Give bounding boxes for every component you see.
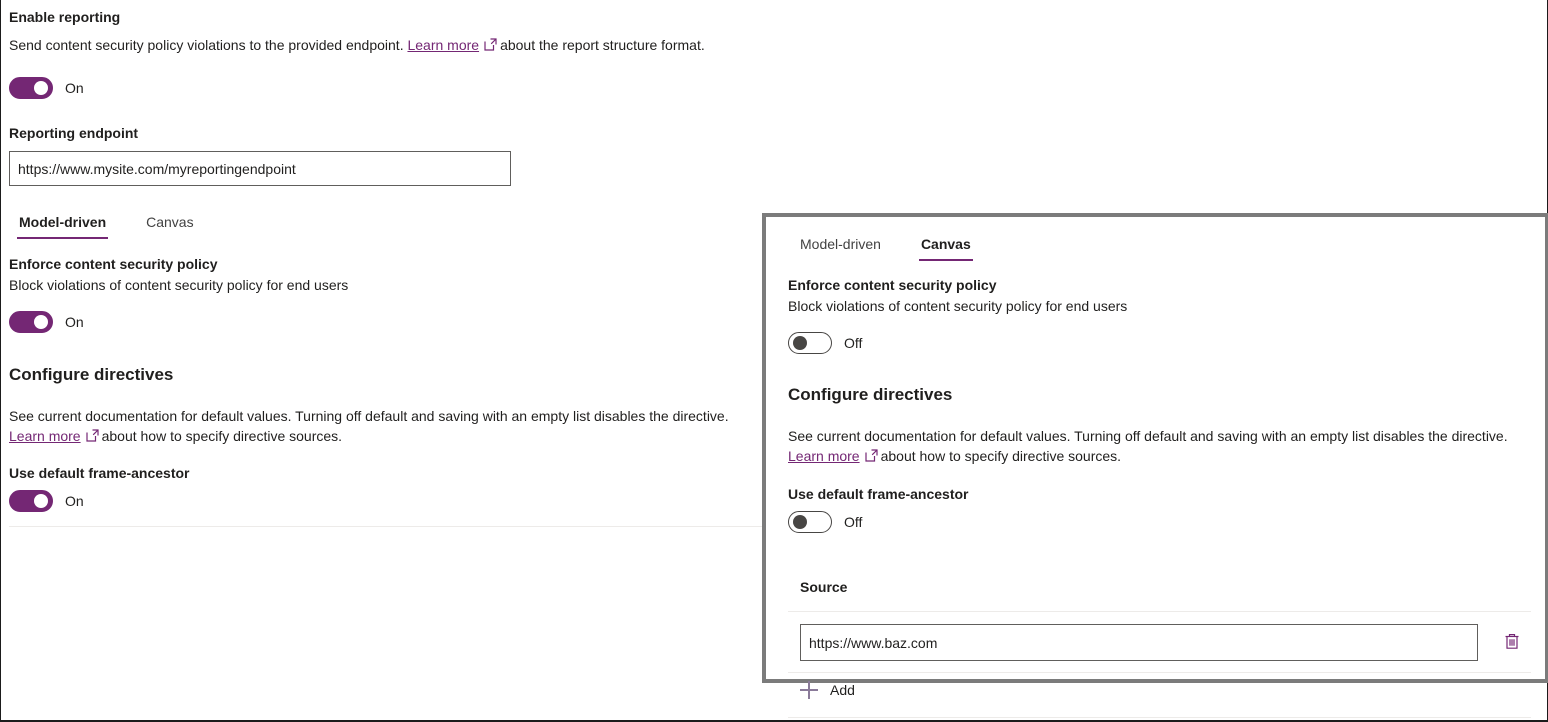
external-link-icon [86, 429, 99, 442]
enable-reporting-toggle[interactable] [9, 77, 53, 99]
add-source-label: Add [830, 682, 855, 698]
tab-model-driven-label: Model-driven [19, 214, 106, 230]
frame-ancestor-toggle-state: On [65, 491, 84, 511]
inset-tab-canvas[interactable]: Canvas [919, 236, 973, 261]
enforce-policy-toggle[interactable] [9, 311, 53, 333]
toggle-knob [34, 315, 48, 329]
inset-frame-ancestor-toggle-state: Off [844, 512, 862, 532]
toggle-knob [793, 336, 807, 350]
enable-reporting-learn-more-link[interactable]: Learn more [407, 37, 479, 53]
source-url-input[interactable]: https://www.baz.com [800, 624, 1478, 661]
frame-ancestor-toggle[interactable] [9, 490, 53, 512]
delete-source-button[interactable] [1496, 627, 1528, 659]
inset-frame-ancestor-label: Use default frame-ancestor [788, 485, 1531, 504]
inset-configure-directives-heading: Configure directives [788, 383, 1531, 406]
enforce-policy-label: Enforce content security policy [9, 255, 752, 274]
configure-directives-description-text-2: about how to specify directive sources. [102, 428, 342, 444]
configure-directives-learn-more-link[interactable]: Learn more [9, 428, 81, 444]
source-row: https://www.baz.com [788, 624, 1531, 661]
inset-tab-model-driven[interactable]: Model-driven [798, 236, 883, 261]
inset-app-type-tabs: Model-driven Canvas [798, 236, 1531, 261]
inset-configure-directives-learn-more-link[interactable]: Learn more [788, 448, 860, 464]
enforce-policy-description: Block violations of content security pol… [9, 275, 752, 295]
inset-enforce-policy-description: Block violations of content security pol… [788, 296, 1531, 316]
add-row-divider [788, 717, 1531, 718]
enable-reporting-label: Enable reporting [9, 8, 752, 27]
inset-enforce-policy-label: Enforce content security policy [788, 276, 1531, 295]
inset-tab-canvas-label: Canvas [921, 236, 971, 252]
trash-icon [1503, 632, 1521, 654]
canvas-csp-inset-panel: Model-driven Canvas Enforce content secu… [762, 213, 1548, 683]
enforce-policy-toggle-state: On [65, 312, 84, 332]
app-type-tabs: Model-driven Canvas [17, 214, 752, 239]
inset-frame-ancestor-toggle[interactable] [788, 511, 832, 533]
add-source-button[interactable]: Add [788, 673, 1531, 707]
inset-tab-model-driven-label: Model-driven [800, 236, 881, 252]
inset-configure-directives-description-text-2: about how to specify directive sources. [881, 448, 1121, 464]
inset-enforce-policy-toggle-row: Off [788, 332, 1531, 354]
toggle-knob [793, 515, 807, 529]
enable-reporting-description-text-1: Send content security policy violations … [9, 37, 404, 53]
tab-canvas-label: Canvas [146, 214, 193, 230]
inset-configure-directives-description: See current documentation for default va… [788, 426, 1531, 466]
external-link-icon [484, 38, 497, 51]
plus-icon [800, 681, 818, 699]
enable-reporting-toggle-state: On [65, 78, 84, 98]
tab-canvas[interactable]: Canvas [144, 214, 195, 239]
enable-reporting-description: Send content security policy violations … [9, 35, 752, 55]
csp-settings-panel: Enable reporting Send content security p… [1, 0, 766, 527]
toggle-knob [34, 494, 48, 508]
frame-ancestor-label: Use default frame-ancestor [9, 464, 752, 483]
external-link-icon [865, 449, 878, 462]
configure-directives-description-text-1: See current documentation for default va… [9, 408, 729, 424]
source-column-header: Source [800, 578, 1531, 597]
frame-ancestor-toggle-row: On [9, 490, 752, 512]
toggle-knob [34, 81, 48, 95]
screenshot-frame: Enable reporting Send content security p… [0, 0, 1548, 722]
reporting-endpoint-input[interactable]: https://www.mysite.com/myreportingendpoi… [9, 151, 511, 186]
configure-directives-heading: Configure directives [9, 363, 752, 386]
reporting-endpoint-label: Reporting endpoint [9, 124, 752, 143]
section-divider [9, 526, 774, 527]
enable-reporting-description-text-2: about the report structure format. [500, 37, 705, 53]
tab-model-driven[interactable]: Model-driven [17, 214, 108, 239]
inset-enforce-policy-toggle-state: Off [844, 333, 862, 353]
configure-directives-description: See current documentation for default va… [9, 406, 752, 446]
inset-frame-ancestor-toggle-row: Off [788, 511, 1531, 533]
enforce-policy-toggle-row: On [9, 311, 752, 333]
source-header-divider [788, 611, 1531, 612]
enable-reporting-toggle-row: On [9, 77, 752, 99]
inset-enforce-policy-toggle[interactable] [788, 332, 832, 354]
inset-configure-directives-description-text-1: See current documentation for default va… [788, 428, 1508, 444]
